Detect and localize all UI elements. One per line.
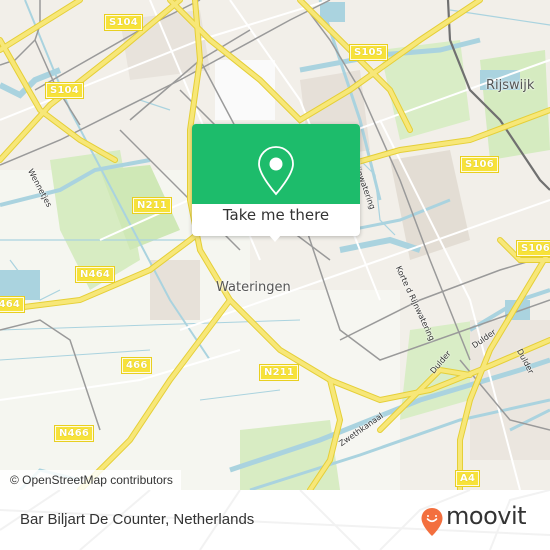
popup-pointer xyxy=(268,234,282,242)
road-shield-466: 466 xyxy=(120,357,153,374)
footer-bar: Bar Biljart De Counter, Netherlands moov… xyxy=(0,490,550,550)
road-shield-s106: S106 xyxy=(460,156,499,173)
road-shield-s106: S106 xyxy=(516,240,550,257)
map-view[interactable]: S104 S104 S105 S106 S106 N211 N211 N464 … xyxy=(0,0,550,490)
road-shield-s104: S104 xyxy=(104,14,143,31)
moovit-pin-icon xyxy=(421,508,443,536)
road-shield-n466: N466 xyxy=(53,425,95,442)
place-title: Bar Biljart De Counter, Netherlands xyxy=(20,511,255,528)
moovit-logo[interactable]: moovit xyxy=(420,502,540,536)
popup-header[interactable] xyxy=(192,124,360,204)
road-shield-n464: N464 xyxy=(0,296,26,313)
road-shield-a4: A4 xyxy=(454,470,481,487)
road-shield-s104: S104 xyxy=(45,82,84,99)
moovit-wordmark: moovit xyxy=(446,502,527,530)
place-label-rijswijk: Rijswijk xyxy=(486,78,535,93)
road-shield-n464: N464 xyxy=(74,266,116,283)
map-attribution[interactable]: © OpenStreetMap contributors xyxy=(0,470,181,490)
take-me-there-popup[interactable]: Take me there xyxy=(192,124,360,242)
place-label-wateringen: Wateringen xyxy=(216,280,291,295)
road-shield-n211: N211 xyxy=(131,197,173,214)
take-me-there-button[interactable]: Take me there xyxy=(192,206,360,224)
map-tiles xyxy=(0,0,550,490)
road-shield-n211: N211 xyxy=(258,364,300,381)
road-shield-s105: S105 xyxy=(349,44,388,61)
map-pin-icon xyxy=(258,146,294,196)
